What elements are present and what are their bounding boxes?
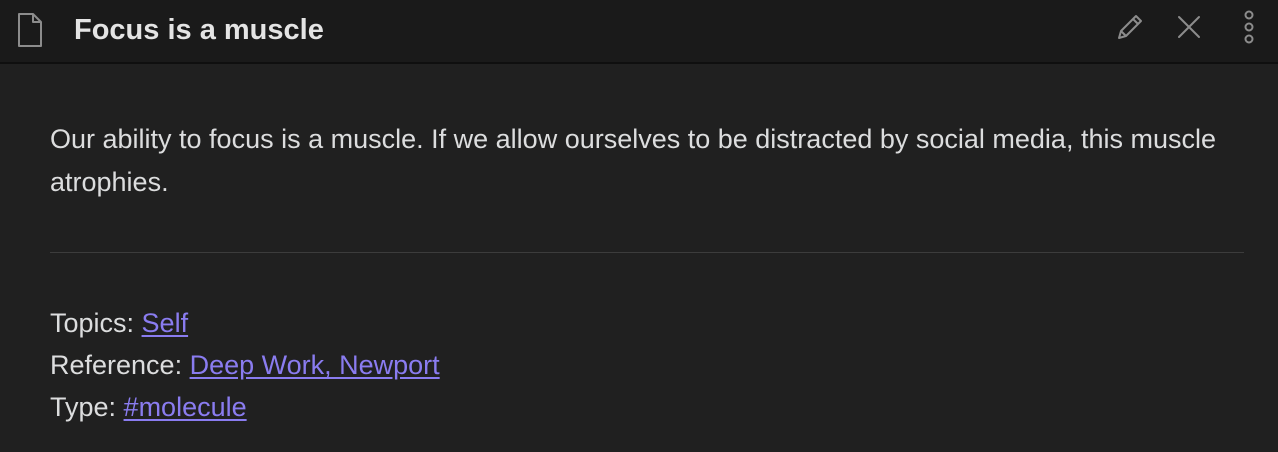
- topics-line: Topics: Self: [50, 302, 440, 344]
- note-paragraph: Our ability to focus is a muscle. If we …: [50, 124, 1216, 197]
- reference-label: Reference:: [50, 350, 190, 380]
- note-title: Focus is a muscle: [74, 14, 324, 46]
- note-metadata: Topics: Self Reference: Deep Work, Newpo…: [50, 302, 440, 428]
- type-tag-link[interactable]: #molecule: [124, 392, 247, 422]
- horizontal-rule: [50, 252, 1244, 253]
- more-options-button[interactable]: [1236, 10, 1262, 49]
- close-button[interactable]: [1172, 12, 1206, 46]
- pencil-icon: [1114, 11, 1146, 48]
- close-icon: [1176, 14, 1202, 45]
- note-pane: Focus is a muscle Our ability to focus i…: [0, 0, 1278, 452]
- topics-label: Topics:: [50, 308, 142, 338]
- view-header: Focus is a muscle: [0, 0, 1278, 64]
- reference-line: Reference: Deep Work, Newport: [50, 344, 440, 386]
- topics-link[interactable]: Self: [142, 308, 189, 338]
- type-label: Type:: [50, 392, 124, 422]
- more-vertical-icon: [1242, 10, 1256, 49]
- file-document-icon: [16, 12, 44, 48]
- reference-link[interactable]: Deep Work, Newport: [190, 350, 440, 380]
- type-line: Type: #molecule: [50, 386, 440, 428]
- edit-button[interactable]: [1112, 12, 1148, 46]
- note-content: Our ability to focus is a muscle. If we …: [50, 118, 1250, 204]
